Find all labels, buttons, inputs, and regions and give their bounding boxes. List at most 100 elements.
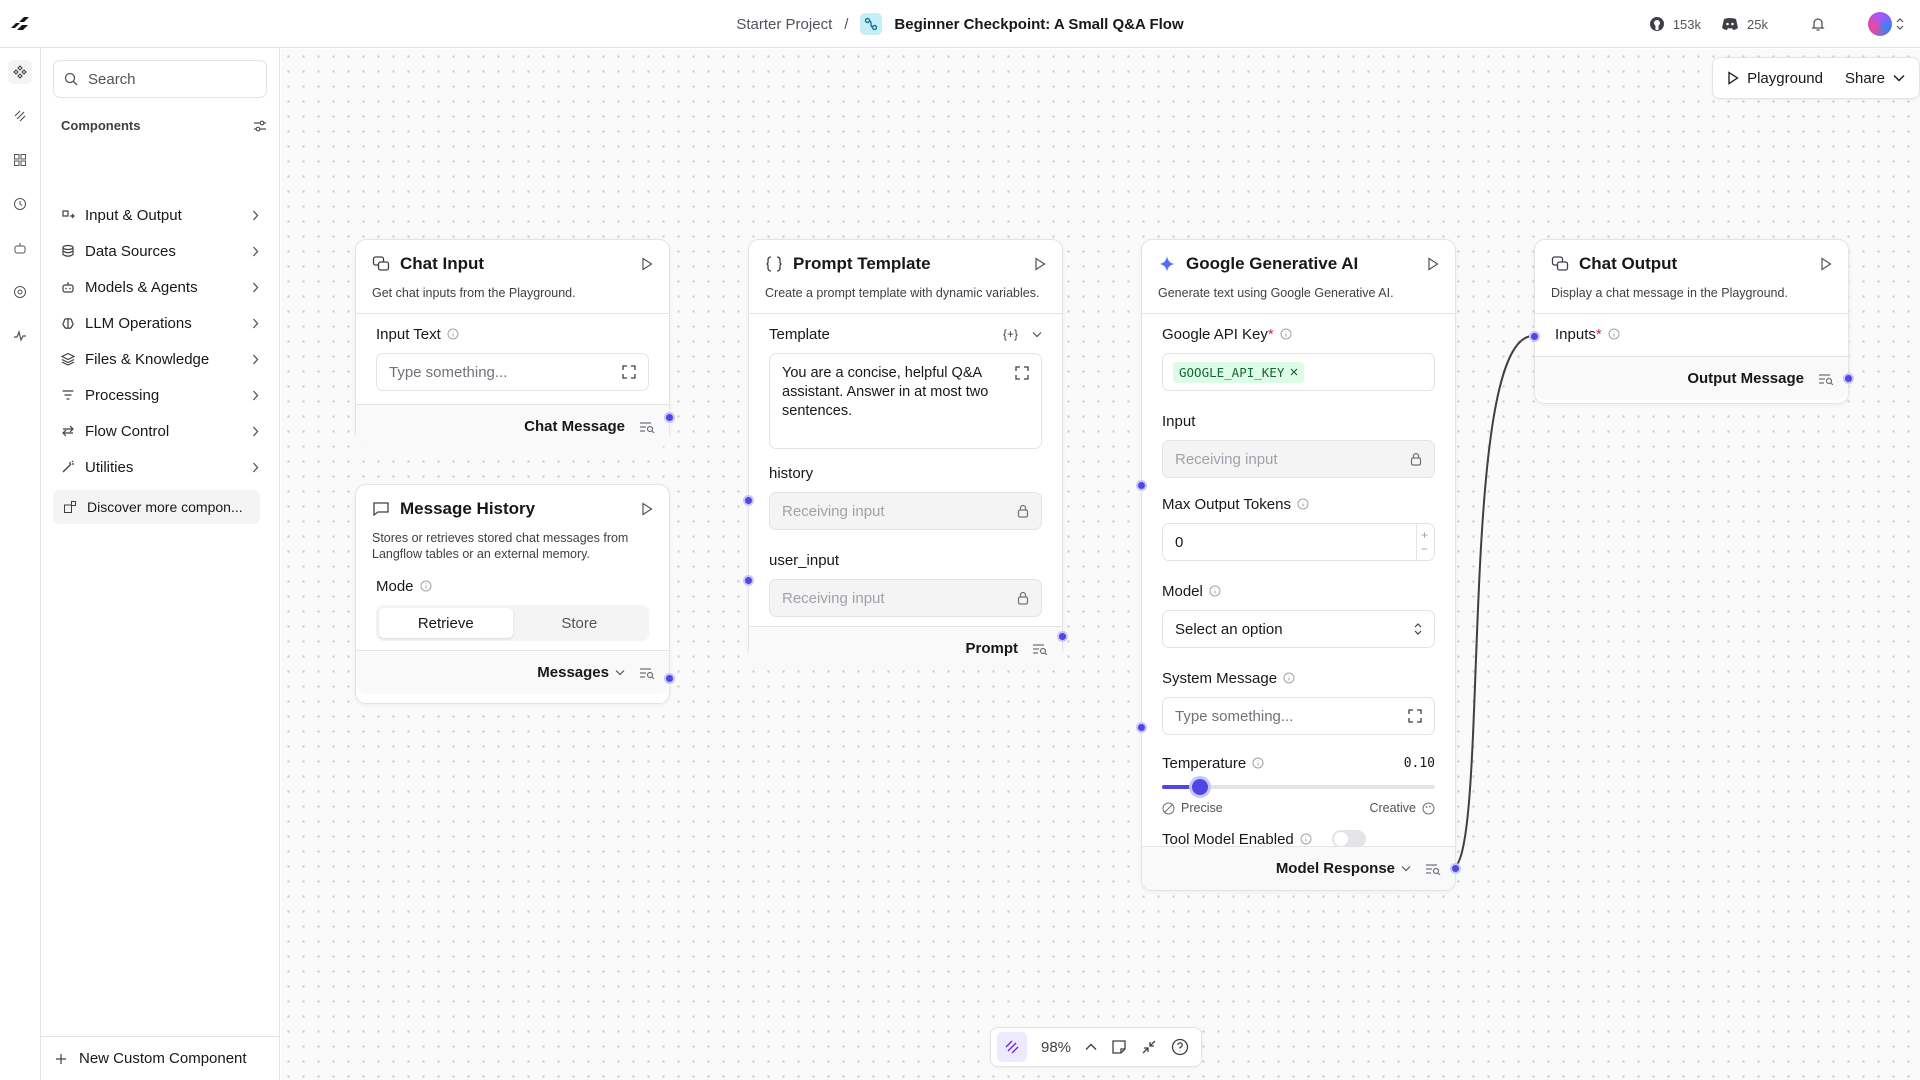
run-node-icon[interactable]: [1034, 257, 1046, 271]
template-variable-badge[interactable]: {+}: [1003, 327, 1018, 341]
history-rail-icon[interactable]: [8, 192, 32, 216]
search-box[interactable]: /: [53, 60, 315, 98]
interaction-mode-icon[interactable]: [997, 1032, 1027, 1062]
output-handle[interactable]: [1450, 863, 1461, 874]
info-icon[interactable]: [1252, 757, 1264, 769]
sidebar-category[interactable]: Utilities: [53, 449, 267, 485]
input-handle[interactable]: [1136, 480, 1147, 491]
bell-icon[interactable]: [1810, 16, 1826, 32]
sidebar-category[interactable]: Flow Control: [53, 413, 267, 449]
inspect-output-icon[interactable]: [1032, 643, 1048, 655]
expand-icon[interactable]: [1408, 709, 1422, 723]
filter-icon: [61, 388, 75, 402]
inspect-output-icon[interactable]: [639, 421, 655, 433]
run-node-icon[interactable]: [641, 502, 653, 516]
sidebar-category[interactable]: Models & Agents: [53, 269, 267, 305]
share-button[interactable]: Share: [1845, 70, 1905, 87]
inspect-output-icon[interactable]: [639, 667, 655, 679]
breadcrumb-project[interactable]: Starter Project: [736, 16, 832, 33]
edge-model-to-output[interactable]: [1451, 335, 1534, 869]
bundles-rail-icon[interactable]: [8, 148, 32, 172]
history-input-handle[interactable]: [743, 495, 754, 506]
remove-icon[interactable]: [1290, 368, 1298, 376]
api-key-field[interactable]: GOOGLE_API_KEY: [1162, 353, 1435, 391]
sticky-note-icon[interactable]: [1111, 1039, 1127, 1055]
zoom-level[interactable]: 98%: [1041, 1039, 1071, 1056]
output-handle[interactable]: [664, 412, 675, 423]
node-chat-output[interactable]: Chat Output Display a chat message in th…: [1529, 239, 1854, 404]
info-icon[interactable]: [1283, 672, 1295, 684]
chevron-down-icon[interactable]: [1032, 331, 1042, 338]
node-chat-input[interactable]: Chat Input Get chat inputs from the Play…: [355, 239, 675, 448]
increment-icon[interactable]: +: [1421, 528, 1428, 542]
sidebar-category[interactable]: LLM Operations: [53, 305, 267, 341]
messages-output-selector[interactable]: Messages: [537, 664, 625, 681]
output-handle[interactable]: [1057, 631, 1068, 642]
api-key-label: Google API Key: [1162, 325, 1268, 343]
output-handle[interactable]: [1843, 373, 1854, 384]
account-menu[interactable]: [1868, 12, 1904, 36]
sidebar-category[interactable]: Data Sources: [53, 233, 267, 269]
inspect-output-icon[interactable]: [1425, 863, 1441, 875]
mode-retrieve-option[interactable]: Retrieve: [379, 608, 513, 638]
fit-view-icon[interactable]: [1141, 1039, 1157, 1055]
flow-canvas[interactable]: Playground Share Chat Input Get chat inp…: [281, 49, 1920, 1080]
sidebar-category[interactable]: Processing: [53, 377, 267, 413]
share-label: Share: [1844, 69, 1885, 87]
bot-rail-icon[interactable]: [8, 236, 32, 260]
info-icon[interactable]: [1297, 498, 1309, 510]
info-icon[interactable]: [447, 328, 459, 340]
chevron-up-icon[interactable]: [1085, 1043, 1097, 1051]
mcp-rail-icon[interactable]: [8, 104, 32, 128]
help-icon[interactable]: [1171, 1038, 1189, 1056]
inspect-output-icon[interactable]: [1818, 373, 1834, 385]
required-marker: *: [1267, 325, 1274, 343]
node-message-history[interactable]: Message History Stores or retrieves stor…: [355, 484, 675, 704]
info-icon[interactable]: [1608, 328, 1620, 340]
playground-button[interactable]: Playground: [1727, 70, 1823, 87]
node-prompt-template[interactable]: Prompt Template Create a prompt template…: [743, 239, 1068, 670]
settings-rail-icon[interactable]: [8, 280, 32, 304]
sidebar-category[interactable]: Files & Knowledge: [53, 341, 267, 377]
info-icon[interactable]: [420, 580, 432, 592]
expand-icon[interactable]: [622, 365, 636, 379]
sliders-icon[interactable]: [253, 119, 267, 133]
number-stepper[interactable]: + −: [1415, 524, 1428, 560]
category-list: Input & Output Data Sources Models & Agent…: [53, 197, 267, 485]
discord-icon: [1721, 17, 1739, 31]
run-node-icon[interactable]: [1427, 257, 1439, 271]
info-icon[interactable]: [1209, 585, 1221, 597]
activity-rail-icon[interactable]: [8, 324, 32, 348]
decrement-icon[interactable]: −: [1421, 542, 1428, 556]
model-response-selector[interactable]: Model Response: [1276, 860, 1411, 877]
temperature-slider[interactable]: [1162, 776, 1435, 798]
temperature-value[interactable]: 0.10: [1404, 756, 1435, 771]
github-stars-link[interactable]: 153k: [1649, 16, 1701, 32]
node-google-generative-ai[interactable]: Google Generative AI Generate text using…: [1136, 239, 1461, 891]
temperature-slider-knob[interactable]: [1189, 776, 1212, 798]
max-tokens-field[interactable]: 0 + −: [1162, 523, 1435, 561]
input-text-field[interactable]: Type something...: [376, 353, 649, 391]
search-input[interactable]: [88, 70, 287, 88]
discord-link[interactable]: 25k: [1721, 17, 1768, 32]
flow-name[interactable]: Beginner Checkpoint: A Small Q&A Flow: [894, 16, 1183, 33]
info-icon[interactable]: [1300, 833, 1312, 845]
system-message-handle[interactable]: [1136, 722, 1147, 733]
inputs-handle[interactable]: [1529, 331, 1540, 342]
template-editor[interactable]: You are a concise, helpful Q&A assistant…: [769, 353, 1042, 449]
discover-more-button[interactable]: Discover more compon...: [53, 490, 260, 524]
components-rail-icon[interactable]: [8, 60, 32, 84]
langflow-logo-icon[interactable]: [8, 12, 32, 36]
output-handle[interactable]: [664, 673, 675, 684]
model-select[interactable]: Select an option: [1162, 610, 1435, 648]
sidebar-category[interactable]: Input & Output: [53, 197, 267, 233]
run-node-icon[interactable]: [1820, 257, 1832, 271]
plus-icon: [55, 1053, 67, 1065]
run-node-icon[interactable]: [641, 257, 653, 271]
system-message-field[interactable]: Type something...: [1162, 697, 1435, 735]
info-icon[interactable]: [1280, 328, 1292, 340]
mode-store-option[interactable]: Store: [513, 608, 647, 638]
user-input-handle[interactable]: [743, 575, 754, 586]
new-custom-component-button[interactable]: New Custom Component: [41, 1036, 280, 1080]
expand-icon[interactable]: [1015, 366, 1029, 380]
